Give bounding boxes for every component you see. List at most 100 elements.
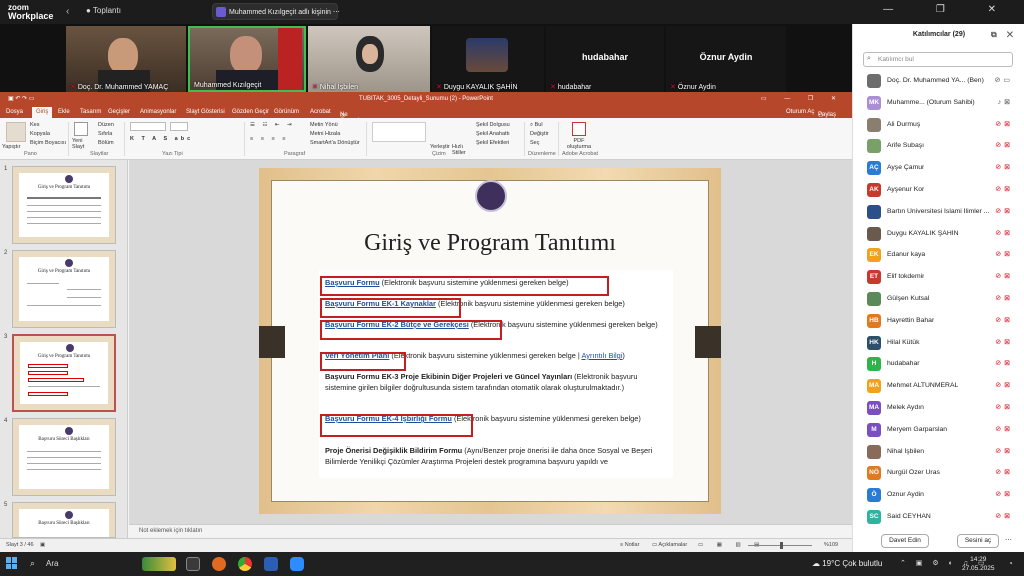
slide-thumbnail[interactable]: Giriş ve Program Tanıtımı <box>12 166 116 244</box>
new-slide-icon[interactable] <box>74 122 88 136</box>
unmute-button[interactable]: Sesini aç <box>957 534 999 548</box>
zoom-level[interactable]: %109 <box>824 542 838 548</box>
meeting-tab[interactable]: ● Toplantı <box>86 6 121 15</box>
quick-styles-button[interactable]: Hızlı Stiller <box>452 144 468 156</box>
participant-row[interactable]: Ö Öznur Aydin ⊘⊠ <box>853 484 1024 506</box>
slide-thumbnail[interactable]: Giriş ve Program Tanıtımı <box>12 250 116 328</box>
smartart-button[interactable]: SmartArt'a Dönüştür <box>310 140 360 146</box>
participant-row[interactable]: ET Elif tokdemir ⊘⊠ <box>853 266 1024 288</box>
participant-row[interactable]: HB Hayrettin Bahar ⊘⊠ <box>853 310 1024 332</box>
font-format-buttons[interactable]: K T A S abc <box>130 136 193 142</box>
new-slide-button[interactable]: Yeni Slayt <box>72 138 94 150</box>
notes-pane[interactable]: Not eklemek için tıklatın <box>129 524 852 538</box>
paste-icon[interactable] <box>6 122 26 142</box>
window-controls[interactable]: — ❐ ✕ <box>883 4 1016 15</box>
shape-outline-button[interactable]: Şekil Anahattı <box>476 131 510 137</box>
current-slide[interactable]: Giriş ve Program Tanıtımı Başvuru Formu … <box>259 168 721 514</box>
ppt-window-controls[interactable]: ▭ — ❐ ✕ <box>761 95 844 102</box>
tab-home[interactable]: Giriş <box>32 107 53 118</box>
word-icon[interactable] <box>264 557 278 571</box>
participant-row[interactable]: M Meryem Garparslan ⊘⊠ <box>853 419 1024 441</box>
video-tile[interactable]: ✕ Doç. Dr. Muhammed YAMAÇ <box>66 26 186 92</box>
weather-widget[interactable]: ☁ 19°C Çok bulutlu <box>812 559 882 568</box>
windows-start-icon[interactable] <box>6 557 18 569</box>
screen-share-indicator[interactable]: Muhammed Kızılgeçit adlı kişinin ⋯ <box>212 3 340 20</box>
paste-button[interactable]: Yapıştır <box>2 144 21 150</box>
find-button[interactable]: ⌕ Bul <box>530 122 543 129</box>
tab-slideshow[interactable]: Slayt Gösterisi <box>186 109 225 115</box>
select-button[interactable]: Seç <box>530 140 539 146</box>
slide-thumbnail[interactable]: Başvuru Süreci Başlıkları <box>12 418 116 496</box>
font-size-input[interactable] <box>170 122 188 131</box>
section-button[interactable]: Bölüm <box>98 140 114 146</box>
align-buttons[interactable]: ≡ ≡ ≡ ≡ <box>250 136 288 142</box>
tab-transitions[interactable]: Geçişler <box>108 109 130 115</box>
taskbar-clock[interactable]: 14:29 27.05.2025 <box>962 555 995 573</box>
participant-row[interactable]: SC Said CEYHAN ⊘⊠ <box>853 506 1024 528</box>
slide-thumbnail-selected[interactable]: Giriş ve Program Tanıtımı <box>12 334 116 412</box>
video-tile[interactable]: Öznur Aydin ✕ Öznur Aydin <box>666 26 786 92</box>
participant-row[interactable]: Bartın Üniversitesi İslami İlimler ... ⊘… <box>853 201 1024 223</box>
video-tile[interactable]: ✕ Duygu KAYALIK ŞAHİN <box>432 26 544 92</box>
shape-effects-button[interactable]: Şekil Efektleri <box>476 140 509 146</box>
shape-fill-button[interactable]: Şekil Dolgusu <box>476 122 510 128</box>
video-tile-active-speaker[interactable]: Muhammed Kızılgeçit <box>188 26 306 92</box>
participant-row[interactable]: Gülşen Kutsal ⊘⊠ <box>853 288 1024 310</box>
notes-button[interactable]: ≡ Notlar <box>620 542 639 548</box>
participant-search-input[interactable]: ⌕ Katılımcı bul <box>863 52 1013 67</box>
participant-row[interactable]: Hhudabahar ⊘⊠ <box>853 353 1024 375</box>
copy-button[interactable]: Kopyala <box>30 131 50 137</box>
shapes-gallery[interactable] <box>372 122 426 142</box>
create-pdf-button[interactable]: PDF oluşturma <box>566 138 592 150</box>
participant-row[interactable]: Duygu KAYALIK ŞAHİN ⊘⊠ <box>853 223 1024 245</box>
more-options-icon[interactable]: ⋯ <box>333 9 340 16</box>
chevron-left-icon[interactable]: ‹ <box>66 6 69 17</box>
tab-acrobat[interactable]: Acrobat <box>310 109 331 115</box>
zoom-app-icon[interactable] <box>290 557 304 571</box>
layout-button[interactable]: Düzen <box>98 122 114 128</box>
cut-button[interactable]: Kes <box>30 122 39 128</box>
participant-row[interactable]: Nihal İşbilen ⊘⊠ <box>853 441 1024 463</box>
popout-close-icons[interactable]: ⧉ ✕ <box>991 30 1017 40</box>
taskbar-widget-icon[interactable] <box>142 557 176 571</box>
video-tile[interactable]: hudabahar ✕ hudabahar <box>546 26 664 92</box>
format-painter-button[interactable]: Biçim Boyacısı <box>30 140 66 146</box>
tab-design[interactable]: Tasarım <box>80 109 101 115</box>
participant-row[interactable]: MA Melek Aydın ⊘⊠ <box>853 397 1024 419</box>
comments-button[interactable]: ▭ Açıklamalar <box>652 542 687 548</box>
more-icon[interactable]: ⋯ <box>1005 536 1012 544</box>
pdf-icon[interactable] <box>572 122 586 136</box>
chrome-icon[interactable] <box>238 557 252 571</box>
participant-row[interactable]: NÖ Nurgül Özer Uras ⊘⊠ <box>853 462 1024 484</box>
tab-insert[interactable]: Ekle <box>58 109 70 115</box>
slide-thumbnail-pane[interactable]: 1 Giriş ve Program Tanıtımı 2 Giriş ve P… <box>0 160 128 538</box>
participant-row[interactable]: MK Muhamme... (Oturum Sahibi) ♪⊠ <box>853 92 1024 114</box>
replace-button[interactable]: Değiştir <box>530 131 549 137</box>
taskbar-search[interactable]: ⌕ Ara <box>26 556 124 572</box>
reset-button[interactable]: Sıfırla <box>98 131 112 137</box>
participant-row[interactable]: AK Ayşenur Kor ⊘⊠ <box>853 179 1024 201</box>
tab-view[interactable]: Görünüm <box>274 109 299 115</box>
participant-row[interactable]: MA Mehmet ALTUNMERAL ⊘⊠ <box>853 375 1024 397</box>
slide-title[interactable]: Giriş ve Program Tanıtımı <box>259 230 721 257</box>
task-view-icon[interactable] <box>186 557 200 571</box>
spellcheck-icon[interactable]: ▣ <box>40 542 45 548</box>
slide-thumbnail[interactable]: Başvuru Süreci Başlıkları <box>12 502 116 538</box>
list-buttons[interactable]: ☰ ☷ ⇤ ⇥ <box>250 122 295 128</box>
video-tile[interactable]: ✕ Nihal İşbilen <box>308 26 430 92</box>
tab-review[interactable]: Gözden Geçir <box>232 109 269 115</box>
participant-row[interactable]: HK Hilal Kütük ⊘⊠ <box>853 332 1024 354</box>
align-text-button[interactable]: Metni Hizala <box>310 131 340 137</box>
sign-in-link[interactable]: Oturum Aç <box>786 109 814 115</box>
zoom-slider-thumb[interactable] <box>780 542 783 549</box>
participant-row[interactable]: Arife Subaşı ⊘⊠ <box>853 135 1024 157</box>
participant-row[interactable]: Ali Durmuş ⊘⊠ <box>853 114 1024 136</box>
participant-row[interactable]: AÇ Ayşe Çamur ⊘⊠ <box>853 157 1024 179</box>
invite-button[interactable]: Davet Edin <box>881 534 929 548</box>
participant-row[interactable]: EK Edanur kaya ⊘⊠ <box>853 244 1024 266</box>
participant-row[interactable]: Doç. Dr. Muhammed YA... (Ben) ⊘▭ <box>853 70 1024 92</box>
text-direction-button[interactable]: Metin Yönü <box>310 122 338 128</box>
ayrintili-bilgi-link[interactable]: Ayrıntılı Bilgi <box>581 351 622 360</box>
tab-animations[interactable]: Animasyonlar <box>140 109 176 115</box>
notification-icon[interactable]: ◔ <box>1008 559 1013 568</box>
